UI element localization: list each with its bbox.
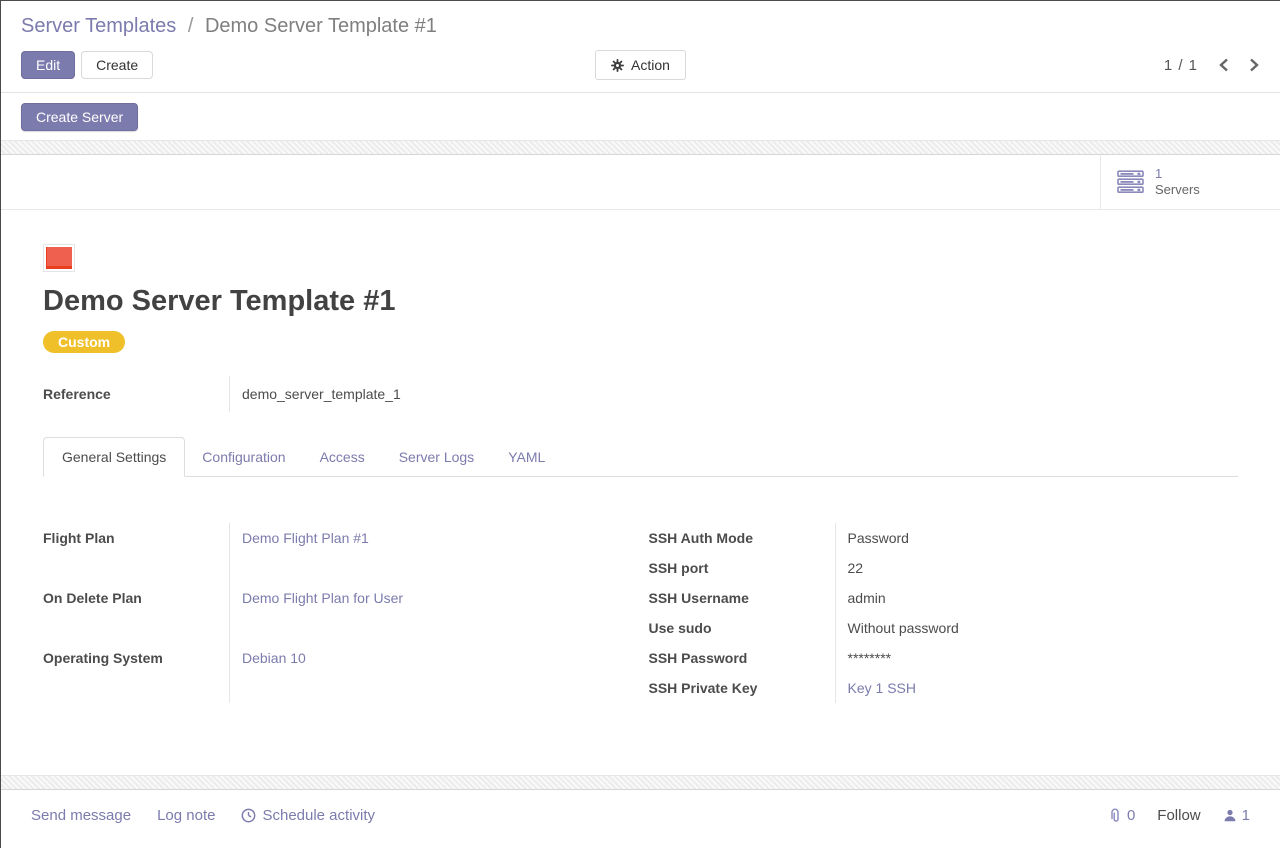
breadcrumb-separator: /: [188, 15, 194, 37]
pager-previous-icon[interactable]: [1218, 57, 1229, 73]
tab-general-settings[interactable]: General Settings: [43, 437, 185, 477]
chatter-followers: 0 Follow 1: [1108, 807, 1250, 824]
attachments-count: 0: [1127, 807, 1135, 824]
control-panel-center: Action: [595, 50, 686, 80]
on-delete-plan-link[interactable]: Demo Flight Plan for User: [242, 590, 403, 606]
servers-stat-count: 1: [1155, 166, 1200, 182]
red-color-swatch: [46, 247, 72, 269]
paperclip-icon: [1108, 808, 1122, 824]
person-icon: [1223, 808, 1237, 823]
record-title: Demo Server Template #1: [43, 283, 1238, 319]
operating-system-link[interactable]: Debian 10: [242, 650, 306, 666]
chatter-actions: Send message Log note Schedule activity: [31, 807, 375, 824]
ssh-auth-mode-label: SSH Auth Mode: [649, 523, 835, 553]
reference-label: Reference: [43, 376, 229, 412]
record-image-thumbnail[interactable]: [43, 244, 75, 272]
breadcrumb-current: Demo Server Template #1: [205, 15, 437, 37]
follow-button[interactable]: Follow: [1157, 807, 1200, 824]
breadcrumb-parent-link[interactable]: Server Templates: [21, 15, 176, 37]
custom-badge: Custom: [43, 331, 125, 353]
background-strip-bottom: [1, 775, 1280, 790]
tab-configuration[interactable]: Configuration: [185, 438, 302, 476]
ssh-private-key-link[interactable]: Key 1 SSH: [848, 680, 916, 696]
flight-plan-link[interactable]: Demo Flight Plan #1: [242, 530, 369, 546]
gear-icon: [611, 59, 624, 72]
ssh-password-label: SSH Password: [649, 643, 835, 673]
reference-value: demo_server_template_1: [229, 376, 1238, 412]
edit-button[interactable]: Edit: [21, 51, 75, 79]
control-panel: Server Templates / Demo Server Template …: [1, 1, 1280, 93]
operating-system-value: Debian 10: [229, 643, 633, 703]
button-box: 1 Servers: [1, 155, 1280, 210]
control-panel-right: 1 / 1: [686, 57, 1260, 74]
use-sudo-value: Without password: [835, 613, 1239, 643]
pager-value: 1 / 1: [1164, 57, 1198, 74]
server-stack-icon: [1117, 170, 1145, 194]
servers-stat-label: Servers: [1155, 182, 1200, 198]
tab-content-general-settings: Flight Plan Demo Flight Plan #1 On Delet…: [43, 477, 1238, 703]
followers-counter[interactable]: 1: [1223, 807, 1250, 824]
action-button-label: Action: [631, 57, 670, 73]
ssh-username-label: SSH Username: [649, 583, 835, 613]
status-buttons-row: Create Server: [1, 93, 1280, 140]
pager: 1 / 1: [1164, 57, 1260, 74]
ssh-password-value: ********: [835, 643, 1239, 673]
flight-plan-label: Flight Plan: [43, 523, 229, 583]
on-delete-plan-label: On Delete Plan: [43, 583, 229, 643]
field-group-left: Flight Plan Demo Flight Plan #1 On Delet…: [43, 523, 633, 703]
tab-access[interactable]: Access: [303, 438, 382, 476]
ssh-username-value: admin: [835, 583, 1239, 613]
use-sudo-label: Use sudo: [649, 613, 835, 643]
schedule-activity-link[interactable]: Schedule activity: [241, 807, 375, 824]
ssh-private-key-label: SSH Private Key: [649, 673, 835, 703]
background-strip-top: [1, 140, 1280, 155]
operating-system-label: Operating System: [43, 643, 229, 703]
notebook-tabs: General Settings Configuration Access Se…: [43, 437, 1238, 477]
servers-stat-button[interactable]: 1 Servers: [1100, 155, 1280, 209]
attachments-counter[interactable]: 0: [1108, 807, 1135, 824]
create-button[interactable]: Create: [81, 51, 153, 79]
clock-icon: [241, 808, 256, 823]
control-panel-left: Edit Create: [21, 51, 595, 79]
tab-server-logs[interactable]: Server Logs: [382, 438, 491, 476]
breadcrumb: Server Templates / Demo Server Template …: [1, 12, 1280, 40]
servers-stat-text: 1 Servers: [1155, 166, 1200, 198]
sheet-body: Demo Server Template #1 Custom Reference…: [1, 244, 1280, 703]
ssh-port-value: 22: [835, 553, 1239, 583]
on-delete-plan-value: Demo Flight Plan for User: [229, 583, 633, 643]
chatter-bar: Send message Log note Schedule activity …: [1, 790, 1280, 841]
ssh-port-label: SSH port: [649, 553, 835, 583]
field-group-right: SSH Auth Mode Password SSH port 22 SSH U…: [649, 523, 1239, 703]
form-sheet: 1 Servers Demo Server Template #1 Custom…: [1, 155, 1280, 775]
pager-next-icon[interactable]: [1249, 57, 1260, 73]
schedule-activity-label: Schedule activity: [262, 807, 375, 824]
control-panel-buttons-row: Edit Create: [1, 40, 1280, 92]
tab-yaml[interactable]: YAML: [491, 438, 562, 476]
flight-plan-value: Demo Flight Plan #1: [229, 523, 633, 583]
followers-count: 1: [1242, 807, 1250, 824]
action-button[interactable]: Action: [595, 50, 686, 80]
create-server-button[interactable]: Create Server: [21, 103, 138, 131]
send-message-link[interactable]: Send message: [31, 807, 131, 824]
ssh-private-key-value: Key 1 SSH: [835, 673, 1239, 703]
reference-field-row: Reference demo_server_template_1: [43, 376, 1238, 412]
ssh-auth-mode-value: Password: [835, 523, 1239, 553]
log-note-link[interactable]: Log note: [157, 807, 215, 824]
